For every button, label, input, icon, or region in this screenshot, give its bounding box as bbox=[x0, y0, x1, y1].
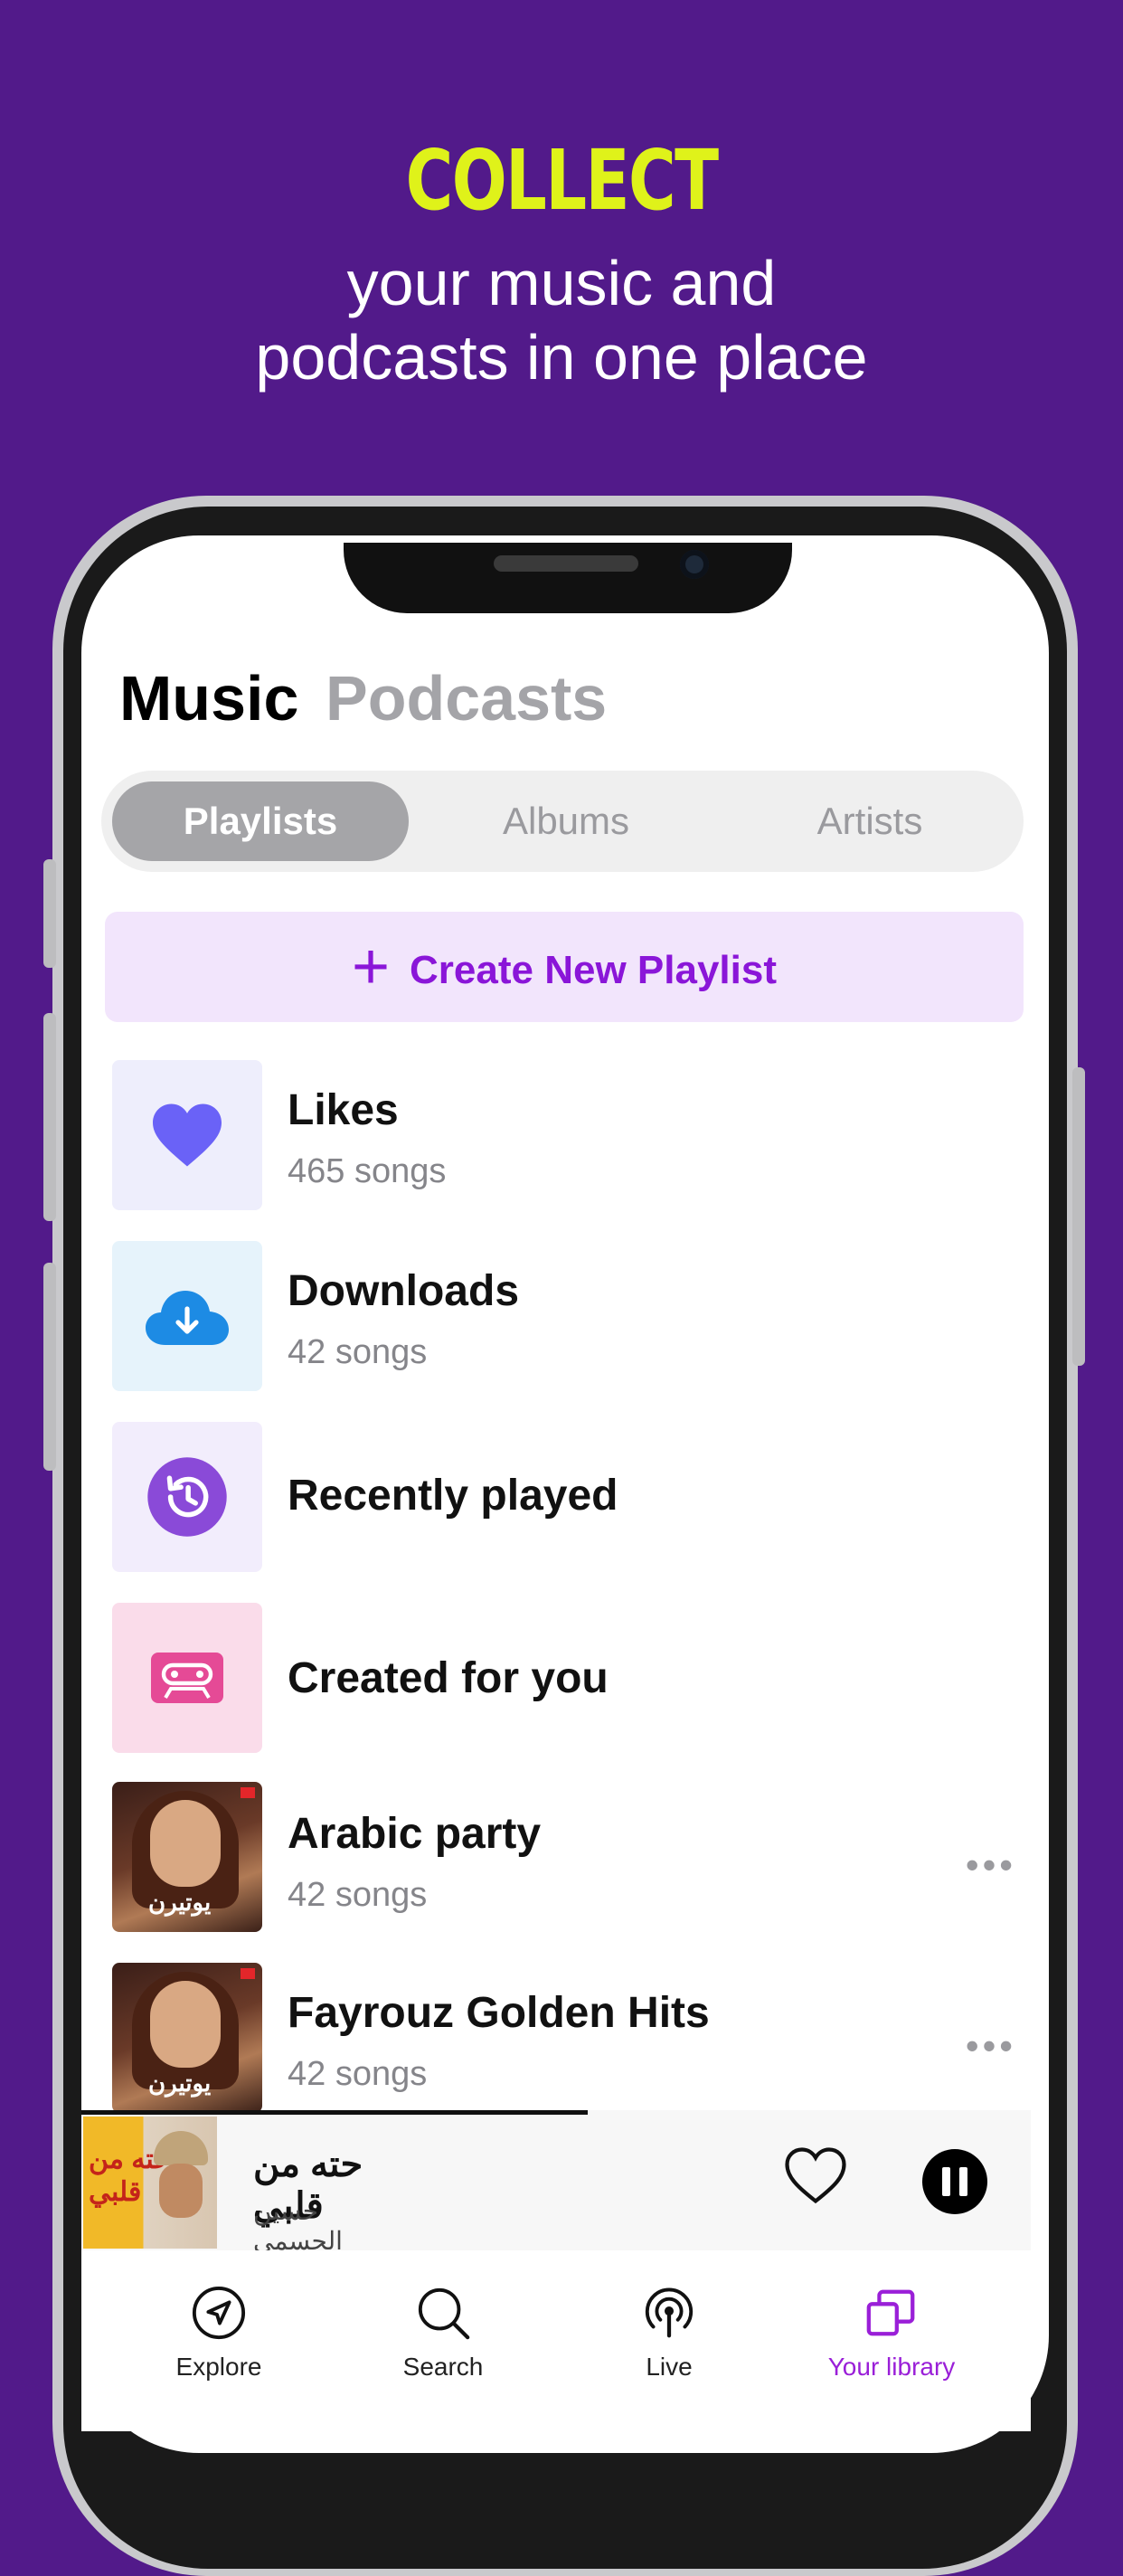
nav-live[interactable]: Live bbox=[579, 2285, 760, 2382]
list-item-created-for-you[interactable]: Created for you bbox=[112, 1603, 1016, 1755]
pause-icon bbox=[942, 2167, 950, 2196]
now-playing-artist: حسين الجسمي bbox=[253, 2197, 343, 2255]
heart-icon bbox=[153, 1103, 222, 1167]
now-playing-art[interactable]: حته من قلبي bbox=[83, 2117, 217, 2249]
album-art: يوتيرن bbox=[112, 1963, 262, 2113]
list-item-arabic-party[interactable]: يوتيرن Arabic party 42 songs ••• bbox=[112, 1782, 1016, 1934]
tab-albums[interactable]: Albums bbox=[418, 781, 714, 861]
promo-headline: COLLECT bbox=[405, 132, 719, 229]
tab-artists[interactable]: Artists bbox=[725, 781, 1014, 861]
tab-playlists[interactable]: Playlists bbox=[112, 781, 409, 861]
create-playlist-button[interactable]: + Create New Playlist bbox=[105, 912, 1024, 1022]
nav-label: Live bbox=[646, 2353, 693, 2381]
cloud-download-icon bbox=[146, 1291, 229, 1345]
list-item-likes[interactable]: Likes 465 songs bbox=[112, 1060, 1016, 1212]
list-item-subtitle: 465 songs bbox=[288, 1152, 447, 1190]
pause-button[interactable] bbox=[922, 2149, 987, 2214]
more-options-icon[interactable]: ••• bbox=[966, 2024, 1016, 2068]
search-icon bbox=[418, 2287, 470, 2340]
list-item-subtitle: 42 songs bbox=[288, 2055, 428, 2093]
playback-progress-bar[interactable] bbox=[81, 2110, 588, 2115]
list-item-title: Downloads bbox=[288, 1267, 520, 1315]
list-item-downloads[interactable]: Downloads 42 songs bbox=[112, 1241, 1016, 1393]
segment-podcasts[interactable]: Podcasts bbox=[326, 662, 607, 734]
phone-volume-down bbox=[43, 1263, 56, 1471]
segment-music[interactable]: Music bbox=[119, 662, 298, 734]
list-item-title: Likes bbox=[288, 1086, 399, 1134]
nav-label: Your library bbox=[827, 2353, 956, 2381]
nav-label: Explore bbox=[175, 2353, 262, 2381]
promo-subline-2: podcasts in one place bbox=[255, 322, 868, 393]
library-tabbar: Playlists Albums Artists bbox=[101, 771, 1024, 872]
album-art: يوتيرن bbox=[112, 1782, 262, 1932]
created-thumb bbox=[112, 1603, 262, 1753]
list-item-title: Fayrouz Golden Hits bbox=[288, 1989, 710, 2037]
list-item-subtitle: 42 songs bbox=[288, 1333, 428, 1371]
nav-your-library[interactable]: Your library bbox=[801, 2285, 982, 2382]
like-button[interactable] bbox=[783, 2145, 848, 2205]
phone-power-button bbox=[1072, 1067, 1085, 1366]
library-icon bbox=[866, 2289, 915, 2336]
nav-search[interactable]: Search bbox=[353, 2285, 533, 2382]
phone-side-button bbox=[43, 859, 56, 968]
plus-icon: + bbox=[351, 931, 391, 1003]
nav-label: Search bbox=[402, 2353, 484, 2381]
nav-explore[interactable]: Explore bbox=[128, 2285, 309, 2382]
broadcast-icon bbox=[645, 2287, 694, 2338]
list-item-title: Arabic party bbox=[288, 1810, 542, 1858]
mini-player[interactable] bbox=[81, 2110, 1031, 2250]
list-item-title: Recently played bbox=[288, 1472, 618, 1520]
phone-camera bbox=[680, 550, 709, 579]
recent-thumb bbox=[112, 1422, 262, 1572]
phone-notch bbox=[344, 543, 792, 613]
downloads-thumb bbox=[112, 1241, 262, 1391]
likes-thumb bbox=[112, 1060, 262, 1210]
heart-outline-icon bbox=[785, 2147, 846, 2204]
phone-speaker bbox=[494, 555, 638, 572]
more-options-icon[interactable]: ••• bbox=[966, 1843, 1016, 1887]
compass-icon bbox=[192, 2286, 246, 2340]
list-item-fayrouz-golden-hits[interactable]: يوتيرن Fayrouz Golden Hits 42 songs ••• bbox=[112, 1963, 1016, 2115]
promo-header: COLLECT your music and podcasts in one p… bbox=[0, 136, 1123, 394]
list-item-title: Created for you bbox=[288, 1654, 609, 1702]
album-cover: يوتيرن bbox=[112, 1963, 262, 2113]
history-icon bbox=[147, 1457, 227, 1537]
create-playlist-label: Create New Playlist bbox=[410, 948, 777, 992]
list-item-subtitle: 42 songs bbox=[288, 1876, 428, 1914]
phone-volume-up bbox=[43, 1013, 56, 1221]
list-item-recently-played[interactable]: Recently played bbox=[112, 1422, 1016, 1574]
album-cover: يوتيرن bbox=[112, 1782, 262, 1932]
cassette-icon bbox=[151, 1653, 223, 1703]
promo-subline-1: your music and bbox=[346, 248, 777, 318]
album-cover-text: يوتيرن bbox=[148, 2069, 212, 2097]
album-cover-text: يوتيرن bbox=[148, 1889, 212, 1916]
